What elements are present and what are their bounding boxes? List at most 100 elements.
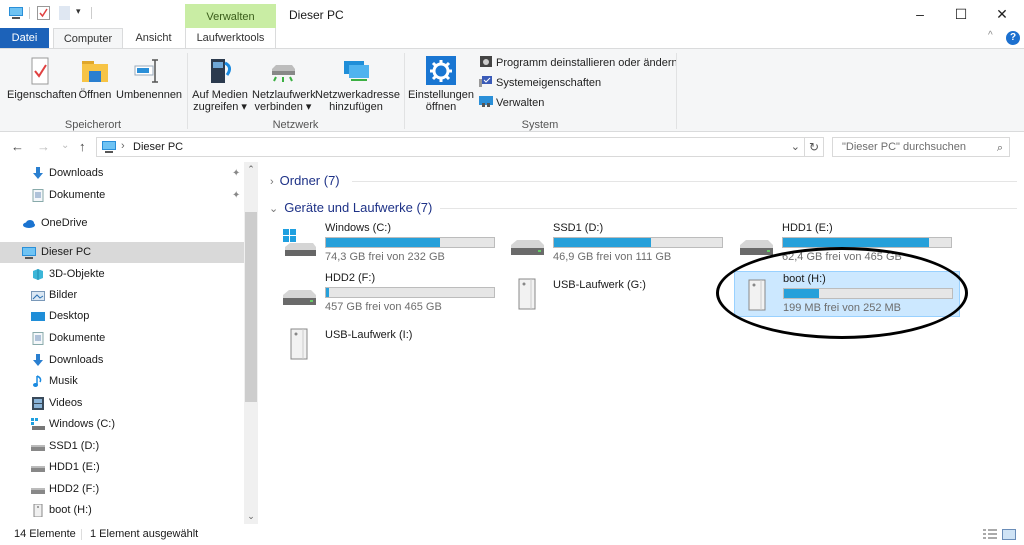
sidebar-item-hdd1-e[interactable]: HDD1 (E:): [0, 457, 244, 478]
help-icon[interactable]: ?: [1006, 31, 1020, 45]
collapse-ribbon-icon[interactable]: ^: [988, 30, 993, 41]
sidebar-item-ssd1-d[interactable]: SSD1 (D:): [0, 436, 244, 457]
pin-icon[interactable]: ✦: [232, 185, 240, 206]
scroll-up-icon[interactable]: ⌃: [244, 164, 258, 175]
scrollbar-thumb[interactable]: [245, 212, 257, 402]
sidebar-item-label: Videos: [49, 397, 83, 409]
document-icon: [31, 332, 45, 345]
sidebar-item-videos[interactable]: Videos: [0, 393, 244, 414]
sidebar-item-label: Downloads: [49, 354, 104, 366]
media-access-label-2: zugreifen ▾: [193, 101, 247, 113]
sidebar-item-label: Bilder: [49, 289, 78, 301]
sidebar-item-windows-c[interactable]: Windows (C:): [0, 414, 244, 435]
group-header-geraete[interactable]: ⌄ Geräte und Laufwerke (7): [269, 200, 432, 215]
group-label-speicherort: Speicherort: [64, 119, 122, 131]
drive-item[interactable]: USB-Laufwerk (G:): [505, 271, 731, 317]
drive-item[interactable]: boot (H:) 199 MB frei von 252 MB: [734, 271, 960, 317]
add-network-location-button[interactable]: Netzwerkadresse hinzufügen: [315, 57, 400, 113]
details-view-icon[interactable]: [983, 529, 997, 540]
properties-icon: [31, 57, 49, 85]
music-note-icon: [31, 375, 45, 388]
sidebar-item-musik[interactable]: Musik: [0, 371, 244, 392]
back-button[interactable]: ←: [11, 139, 24, 154]
sidebar-item-label: Dokumente: [49, 332, 106, 344]
address-bar[interactable]: › Dieser PC ⌄: [96, 137, 805, 157]
hard-drive-icon: [281, 277, 317, 311]
divider: [29, 7, 30, 19]
sidebar-item-label: boot (H:): [49, 504, 92, 516]
tab-laufwerktools[interactable]: Laufwerktools: [185, 28, 276, 48]
drive-item[interactable]: HDD2 (F:) 457 GB frei von 465 GB: [277, 271, 503, 317]
drive-name: USB-Laufwerk (I:): [325, 329, 413, 341]
breadcrumb-separator[interactable]: ›: [121, 140, 125, 152]
manage-label: Verwalten: [496, 97, 545, 109]
group-title: Ordner (7): [279, 173, 340, 188]
open-settings-label-1: Einstellungen: [407, 89, 475, 101]
add-network-location-label-2: hinzufügen: [329, 101, 383, 113]
computer-icon: [102, 141, 116, 153]
scroll-down-icon[interactable]: ⌄: [244, 511, 258, 522]
up-button[interactable]: ↑: [79, 139, 86, 154]
manage-icon: [479, 96, 493, 107]
properties-button[interactable]: Eigenschaften: [7, 57, 77, 101]
file-explorer-window: ▾ Verwalten Dieser PC – ☐ ✕ Datei Comput…: [0, 0, 1024, 545]
drive-icon: [31, 461, 45, 474]
system-properties-button[interactable]: Systemeigenschaften: [479, 75, 601, 91]
new-folder-icon[interactable]: [59, 6, 70, 20]
minimize-button[interactable]: –: [900, 4, 940, 24]
pictures-icon: [31, 289, 45, 302]
computer-icon[interactable]: [8, 6, 24, 20]
status-bar: 14 Elemente 1 Element ausgewählt: [0, 524, 1024, 545]
open-settings-button[interactable]: Einstellungen öffnen: [407, 55, 475, 113]
tab-computer[interactable]: Computer: [53, 28, 123, 48]
address-dropdown-icon[interactable]: ⌄: [791, 140, 800, 153]
close-button[interactable]: ✕: [982, 4, 1022, 24]
media-access-button[interactable]: Auf Medien zugreifen ▾: [191, 57, 249, 113]
settings-gear-icon: [426, 56, 456, 85]
sidebar-item-label: Downloads: [49, 167, 104, 179]
sidebar-item-hdd2-f[interactable]: HDD2 (F:): [0, 479, 244, 500]
uninstall-program-button[interactable]: Programm deinstallieren oder ändern: [479, 55, 678, 71]
drive-item[interactable]: SSD1 (D:) 46,9 GB frei von 111 GB: [505, 221, 731, 267]
pin-icon[interactable]: ✦: [232, 163, 240, 184]
sidebar-item-dokumente[interactable]: Dokumente ✦: [0, 185, 244, 206]
sidebar-item-label: Desktop: [49, 310, 90, 322]
sidebar-item-downloads[interactable]: Downloads ✦: [0, 163, 244, 184]
drive-item[interactable]: HDD1 (E:) 62,4 GB frei von 465 GB: [734, 221, 960, 267]
forward-button[interactable]: →: [37, 139, 50, 154]
search-icon[interactable]: ⌕: [997, 139, 1003, 157]
group-label-netzwerk: Netzwerk: [272, 119, 319, 131]
sidebar-item-downloads[interactable]: Downloads: [0, 350, 244, 371]
sidebar-item-onedrive[interactable]: OneDrive: [0, 213, 244, 234]
tab-ansicht[interactable]: Ansicht: [126, 28, 181, 48]
rename-button[interactable]: Umbenennen: [116, 57, 182, 101]
sidebar-item-bilder[interactable]: Bilder: [0, 285, 244, 306]
refresh-button[interactable]: ↻: [805, 137, 824, 157]
hard-drive-icon: [738, 227, 774, 261]
manage-button[interactable]: Verwalten: [479, 95, 544, 111]
breadcrumb-dieser-pc[interactable]: Dieser PC: [133, 141, 183, 153]
sidebar-item-desktop[interactable]: Desktop: [0, 306, 244, 327]
sidebar-item-3d-objekte[interactable]: 3D-Objekte: [0, 264, 244, 285]
sidebar-item-boot-h[interactable]: boot (H:): [0, 500, 244, 521]
drive-item[interactable]: USB-Laufwerk (I:): [277, 321, 503, 367]
window-title: Dieser PC: [289, 8, 344, 22]
tab-datei[interactable]: Datei: [0, 28, 49, 48]
open-button[interactable]: Öffnen: [76, 57, 114, 101]
map-network-drive-button[interactable]: Netzlaufwerk verbinden ▾: [252, 57, 316, 113]
sidebar-item-label: OneDrive: [41, 217, 88, 229]
group-separator: [676, 53, 677, 129]
sidebar-item-dieser-pc[interactable]: Dieser PC: [0, 242, 244, 263]
group-header-ordner[interactable]: › Ordner (7): [270, 173, 340, 188]
navigation-pane-scrollbar[interactable]: ⌃ ⌄: [244, 162, 258, 524]
desktop-icon: [31, 310, 45, 323]
search-input[interactable]: "Dieser PC" durchsuchen ⌕: [832, 137, 1010, 157]
customize-quick-access-icon[interactable]: ▾: [76, 6, 81, 17]
large-icons-view-icon[interactable]: [1002, 529, 1016, 540]
maximize-button[interactable]: ☐: [941, 4, 981, 24]
recent-locations-button[interactable]: ⌄: [61, 140, 69, 151]
properties-icon[interactable]: [37, 6, 50, 20]
sidebar-item-dokumente[interactable]: Dokumente: [0, 328, 244, 349]
drive-item[interactable]: Windows (C:) 74,3 GB frei von 232 GB: [277, 221, 503, 267]
usb-drive-icon: [31, 503, 45, 518]
